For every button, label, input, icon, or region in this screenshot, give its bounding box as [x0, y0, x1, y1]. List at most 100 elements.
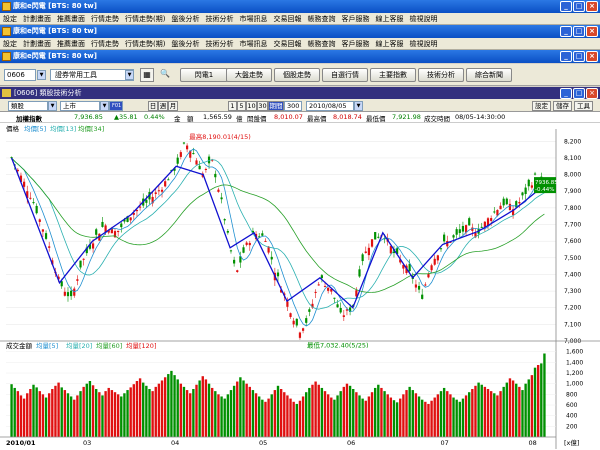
- menu-item-8[interactable]: 交易回報: [273, 14, 301, 24]
- volume-bar: [373, 387, 377, 437]
- menu-item-3[interactable]: 行情走勢: [91, 14, 119, 24]
- tools-button[interactable]: 工具: [574, 101, 593, 111]
- category-select[interactable]: 類股: [8, 101, 48, 111]
- close-button[interactable]: ×: [586, 1, 598, 12]
- menu-item-12[interactable]: 檢視說明: [409, 39, 437, 49]
- toolbar-button-main-index[interactable]: 主要指數: [370, 68, 416, 82]
- maximize-button[interactable]: □: [573, 51, 585, 62]
- volume-bar: [505, 382, 509, 437]
- volume-bar: [399, 398, 402, 437]
- window-title-bar-1[interactable]: 康和e閃電 [BTS: 80 tw] _ □ ×: [0, 0, 600, 13]
- x-tick-label: 06: [347, 439, 355, 447]
- menu-item-7[interactable]: 市場訊息: [239, 14, 267, 24]
- save-button[interactable]: 儲存: [553, 101, 572, 111]
- panel-maximize-button[interactable]: □: [573, 88, 585, 99]
- toolbar-button-news[interactable]: 綜合新聞: [466, 68, 512, 82]
- candle-body: [490, 218, 493, 221]
- menu-item-9[interactable]: 帳務查詢: [307, 14, 335, 24]
- menu-item-2[interactable]: 推薦畫面: [57, 14, 85, 24]
- menu-item-0[interactable]: 設定: [3, 39, 17, 49]
- volume-bar: [245, 383, 248, 437]
- group-dropdown-arrow[interactable]: ▼: [125, 70, 134, 80]
- interval-30-button[interactable]: 30: [257, 101, 268, 111]
- volume-bar: [449, 394, 452, 437]
- volume-bar: [477, 382, 480, 437]
- menu-item-6[interactable]: 技術分析: [205, 14, 233, 24]
- minimize-button[interactable]: _: [560, 51, 572, 62]
- menu-item-7[interactable]: 市場訊息: [239, 39, 267, 49]
- candle-body: [301, 328, 305, 331]
- search-icon[interactable]: 🔍: [158, 68, 172, 82]
- menu-item-10[interactable]: 客戶服務: [341, 14, 369, 24]
- toolbar-button-watchlist[interactable]: 自選行情: [322, 68, 368, 82]
- minimize-button[interactable]: _: [560, 26, 572, 37]
- interval-1-button[interactable]: 1: [228, 101, 237, 111]
- window-title-bar-3[interactable]: 康和e閃電 [BTS: 80 tw] _ □ ×: [0, 50, 600, 63]
- last-change-label: -0.44%: [535, 187, 554, 193]
- menu-item-4[interactable]: 行情走勢(期): [125, 14, 165, 24]
- market-select[interactable]: 上市: [60, 101, 100, 111]
- date-dropdown-arrow[interactable]: ▼: [354, 101, 363, 111]
- interval-5-button[interactable]: 5: [237, 101, 246, 111]
- toolbar-button-market-trend[interactable]: 大盤走勢: [226, 68, 272, 82]
- technical-chart[interactable]: 價格 均價[5] 均價[13] 均價[34] 7,000 7,100 7,200 7,300 7…: [0, 123, 600, 450]
- menu-item-1[interactable]: 計劃畫面: [23, 39, 51, 49]
- cycle-count-input[interactable]: 300: [284, 101, 302, 111]
- menu-item-0[interactable]: 設定: [3, 14, 17, 24]
- window-title-bar-2[interactable]: 康和e閃電 [BTS: 80 tw] _ □ ×: [0, 25, 600, 38]
- toolbar-button-stock-trend[interactable]: 個股走勢: [274, 68, 320, 82]
- menu-item-11[interactable]: 線上客服: [375, 14, 403, 24]
- menu-item-12[interactable]: 檢視說明: [409, 14, 437, 24]
- menu-item-2[interactable]: 推薦畫面: [57, 39, 85, 49]
- price-tick-label: 7,700: [564, 222, 581, 229]
- minimize-button[interactable]: _: [560, 1, 572, 12]
- panel-title-bar[interactable]: [0606] 類股技術分析 _ □ ×: [0, 87, 600, 99]
- toolbar-button-technical[interactable]: 技術分析: [418, 68, 464, 82]
- panel-close-button[interactable]: ×: [586, 88, 598, 99]
- calculator-icon[interactable]: ▦: [140, 68, 154, 82]
- volume-ma-legend: 均量[5]: [36, 341, 58, 350]
- volume-ma-legend: 均量[20]: [66, 341, 92, 350]
- toolbar-button-flash1[interactable]: 閃電1: [180, 68, 228, 82]
- volume-bar: [540, 363, 543, 437]
- menu-item-5[interactable]: 盤後分析: [171, 14, 199, 24]
- tool-group-select[interactable]: 證券常用工具: [50, 69, 134, 81]
- menu-item-3[interactable]: 行情走勢: [91, 39, 119, 49]
- code-dropdown-arrow[interactable]: ▼: [37, 70, 46, 80]
- menu-item-9[interactable]: 帳務查詢: [307, 39, 335, 49]
- volume-bar: [223, 398, 226, 437]
- close-button[interactable]: ×: [586, 26, 598, 37]
- volume-bar: [214, 391, 217, 437]
- menu-item-5[interactable]: 盤後分析: [171, 39, 199, 49]
- volume-bar: [138, 378, 142, 437]
- market-dropdown-arrow[interactable]: ▼: [100, 101, 109, 111]
- menu-item-4[interactable]: 行情走勢(期): [125, 39, 165, 49]
- maximize-button[interactable]: □: [573, 26, 585, 37]
- price-tick-label: 8,100: [564, 155, 581, 162]
- menu-item-8[interactable]: 交易回報: [273, 39, 301, 49]
- period-day-button[interactable]: 日: [148, 101, 158, 111]
- period-month-button[interactable]: 月: [168, 101, 178, 111]
- volume-bar: [38, 391, 41, 437]
- menu-item-10[interactable]: 客戶服務: [341, 39, 369, 49]
- category-dropdown-arrow[interactable]: ▼: [48, 101, 57, 111]
- close-button[interactable]: ×: [586, 51, 598, 62]
- menu-item-11[interactable]: 線上客服: [375, 39, 403, 49]
- candle-body: [242, 247, 245, 253]
- period-week-button[interactable]: 週: [158, 101, 168, 111]
- interval-10-button[interactable]: 10: [246, 101, 257, 111]
- code-badge[interactable]: F01: [109, 101, 123, 111]
- panel-minimize-button[interactable]: _: [560, 88, 572, 99]
- volume-bar: [116, 394, 120, 437]
- date-input[interactable]: 2010/08/05: [306, 101, 354, 111]
- maximize-button[interactable]: □: [573, 1, 585, 12]
- settings-button[interactable]: 設定: [532, 101, 551, 111]
- volume-bar: [427, 403, 430, 437]
- candle-body: [66, 292, 70, 297]
- menu-item-1[interactable]: 計劃畫面: [23, 14, 51, 24]
- volume-bar: [210, 387, 214, 437]
- menu-item-6[interactable]: 技術分析: [205, 39, 233, 49]
- volume-tick-label: 1,200: [566, 370, 583, 377]
- stock-code-input[interactable]: 0606: [4, 69, 36, 81]
- candle-body: [502, 198, 505, 206]
